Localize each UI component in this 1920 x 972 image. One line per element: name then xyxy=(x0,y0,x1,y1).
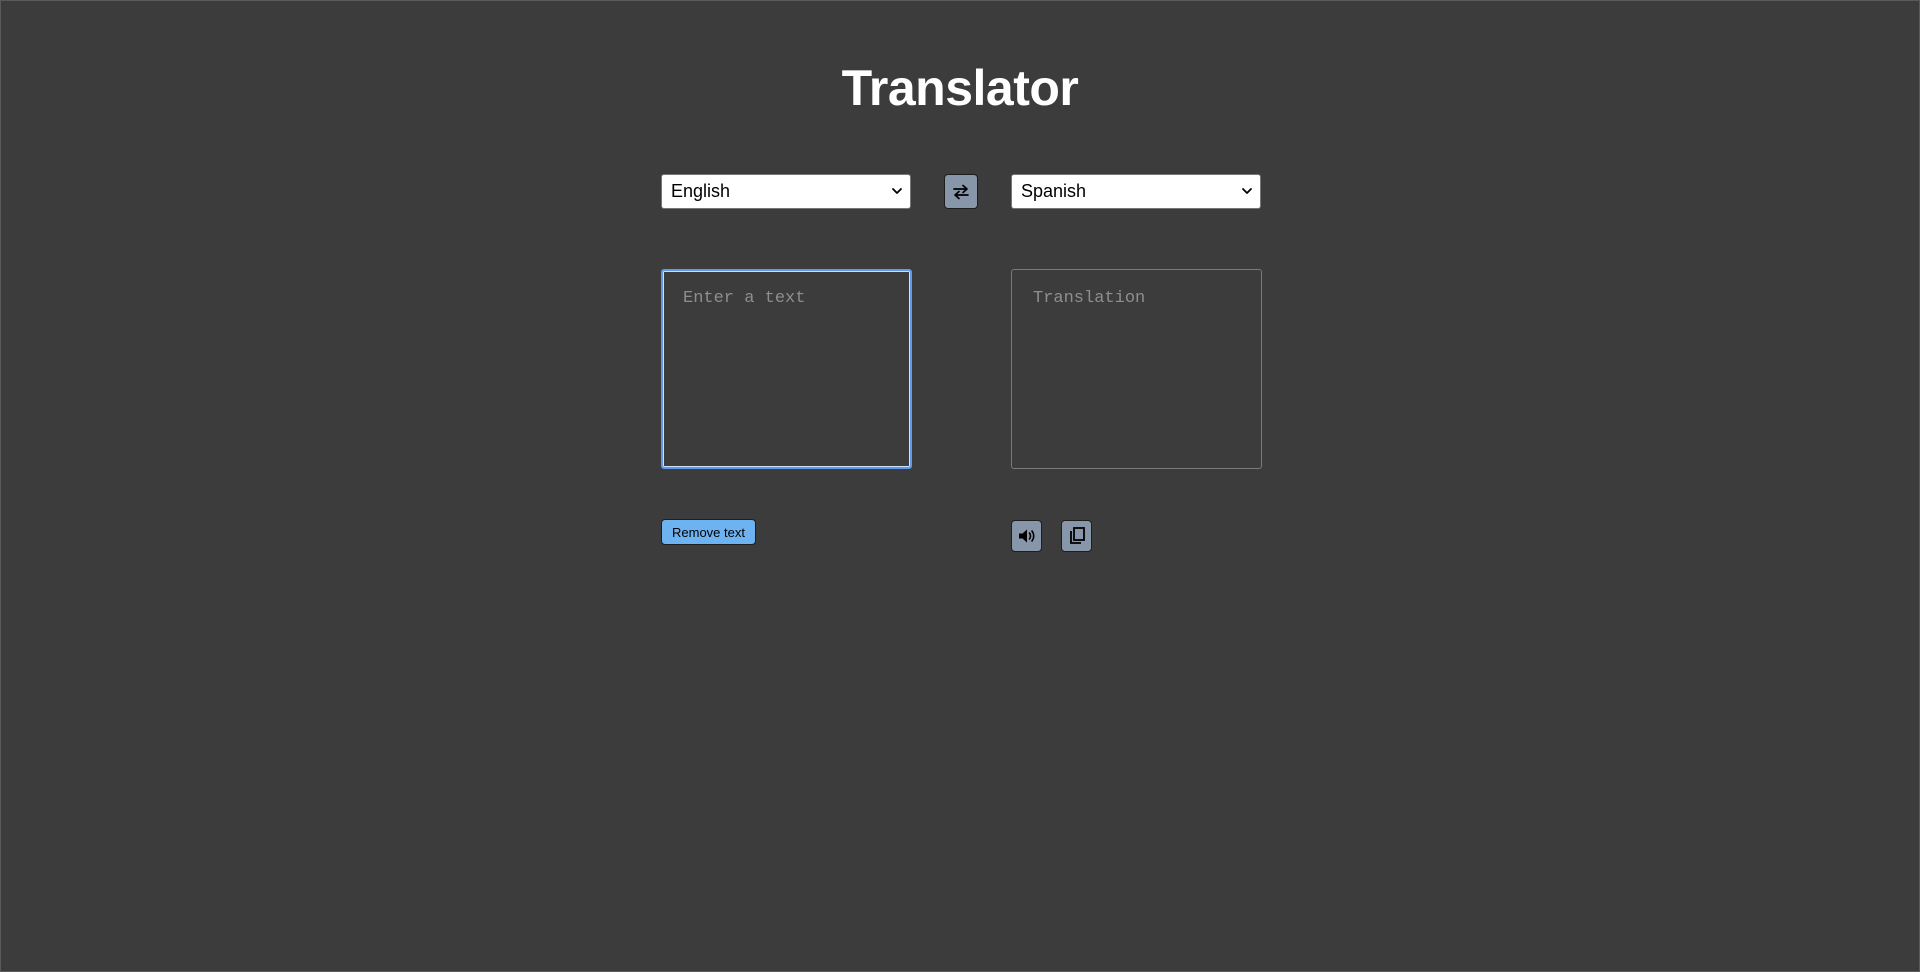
swap-arrows-icon xyxy=(952,184,970,200)
source-language-select[interactable]: English xyxy=(661,174,911,209)
copy-translation-button[interactable] xyxy=(1061,520,1092,552)
target-language-select-wrapper: Spanish xyxy=(1011,174,1261,209)
source-language-select-wrapper: English xyxy=(661,174,911,209)
translation-output[interactable] xyxy=(1011,269,1262,469)
speaker-icon xyxy=(1017,527,1037,545)
speak-translation-button[interactable] xyxy=(1011,520,1042,552)
page-title: Translator xyxy=(841,60,1079,116)
target-language-select[interactable]: Spanish xyxy=(1011,174,1261,209)
remove-text-button[interactable]: Remove text xyxy=(661,519,756,545)
copy-icon xyxy=(1068,526,1086,546)
swap-languages-button[interactable] xyxy=(944,174,978,209)
source-text-input[interactable] xyxy=(661,269,912,469)
app-window: Translator English Spanish Remove text xyxy=(0,0,1920,972)
